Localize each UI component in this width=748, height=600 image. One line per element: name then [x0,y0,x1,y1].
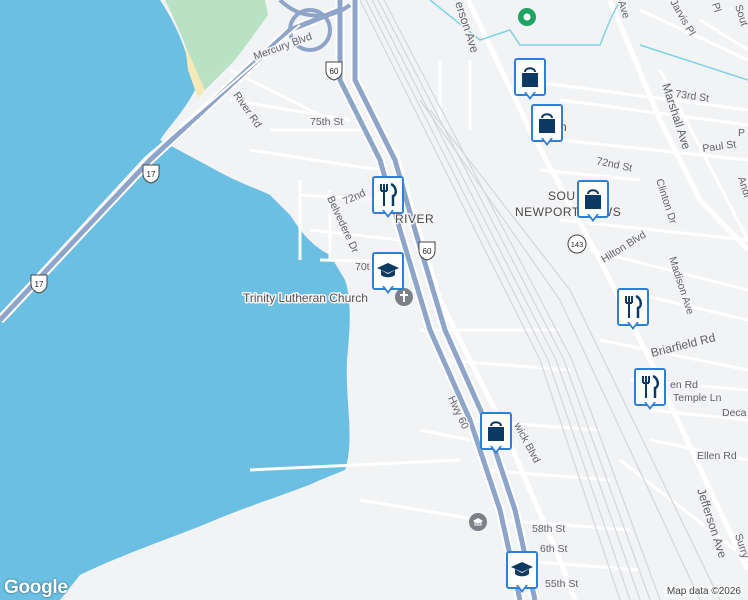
svg-text:143: 143 [571,240,584,249]
shopping-marker[interactable] [531,104,567,148]
road-label-deca: Deca [722,407,747,419]
church-label: Trinity Lutheran Church [243,291,368,305]
svg-text:60: 60 [423,247,432,256]
road-label-55th-st: 55th St [545,578,578,590]
road-label-p: P [738,127,745,139]
shopping-marker[interactable] [514,58,550,102]
road-label-ellen-rd: Ellen Rd [697,450,737,462]
school-marker[interactable] [372,252,408,296]
location-pin-icon[interactable] [518,8,536,26]
school-poi-icon[interactable] [469,513,487,531]
road-label-temple-ln: Temple Ln [673,392,722,404]
restaurant-marker[interactable] [617,288,653,332]
area-label-south: SOU [548,189,576,203]
map-attribution[interactable]: Map data ©2026 [663,586,744,597]
us-route-shield: 17 [142,164,160,184]
restaurant-marker[interactable] [634,368,670,412]
svg-text:17: 17 [147,170,156,179]
restaurant-icon [380,183,397,206]
restaurant-icon [642,375,659,398]
shopping-bag-icon [539,113,555,133]
state-route-shield: 143 [567,234,587,254]
road-label-56th-st: 6th St [540,543,568,555]
school-marker[interactable] [506,551,542,595]
us-route-shield: 60 [418,241,436,261]
school-icon [377,263,399,278]
road-label-75th-st: 75th St [310,116,343,128]
shopping-marker[interactable] [480,412,516,456]
shopping-bag-icon [522,67,538,87]
shopping-bag-icon [488,421,504,441]
school-icon [511,562,533,577]
road-label-70th-st: 70t [355,261,370,273]
restaurant-marker[interactable] [372,176,408,220]
road-label-58th-st: 58th St [532,523,565,535]
us-route-shield: 17 [30,274,48,294]
road-label-en-rd: en Rd [670,379,698,391]
restaurant-icon [625,295,642,318]
shopping-bag-icon [585,189,601,209]
svg-text:60: 60 [330,67,339,76]
google-logo[interactable]: Google [4,577,68,599]
shopping-marker[interactable] [577,180,613,224]
us-route-shield: 60 [325,61,343,81]
svg-text:17: 17 [35,280,44,289]
